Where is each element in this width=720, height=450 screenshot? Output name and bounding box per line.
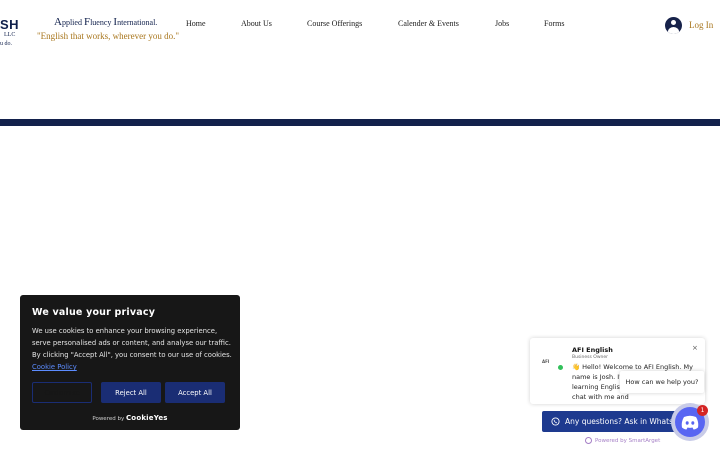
chat-agent-role: Business Owner — [572, 355, 608, 360]
login-button[interactable]: Log In — [665, 16, 713, 34]
reject-all-button[interactable]: Reject All — [101, 382, 161, 403]
cookie-title: We value your privacy — [32, 307, 156, 318]
cookie-consent-banner: We value your privacy We use cookies to … — [20, 295, 240, 430]
main-nav: Home About Us Course Offerings Calender … — [0, 19, 720, 33]
logo-tagline-fragment: u do. — [0, 41, 12, 47]
cookieyes-logo: CookieYes — [125, 414, 168, 422]
discord-icon — [681, 415, 699, 429]
nav-about-us[interactable]: About Us — [241, 19, 272, 28]
cookie-powered-by: Powered by CookieYes — [92, 414, 168, 422]
chat-agent-name: AFI English — [572, 346, 613, 354]
nav-calender-events[interactable]: Calender & Events — [398, 19, 459, 28]
header-divider-band — [0, 119, 720, 126]
nav-course-offerings[interactable]: Course Offerings — [307, 19, 362, 28]
chat-powered-by[interactable]: Powered by SmartArget — [585, 437, 660, 444]
cookie-body: We use cookies to enhance your browsing … — [32, 327, 232, 371]
whatsapp-button-label: Any questions? Ask in Whatsapp — [565, 417, 688, 426]
close-icon[interactable]: × — [692, 344, 698, 352]
cookie-policy-link[interactable]: Cookie Policy — [32, 363, 77, 371]
nav-home[interactable]: Home — [186, 19, 206, 28]
online-status-icon — [557, 364, 564, 371]
help-bubble[interactable]: How can we help you? — [620, 371, 704, 393]
nav-jobs[interactable]: Jobs — [495, 19, 509, 28]
whatsapp-icon — [551, 417, 560, 426]
login-label: Log In — [689, 20, 714, 30]
chat-agent-avatar: AFI — [542, 356, 564, 371]
smartarget-icon — [585, 437, 592, 444]
user-avatar-icon — [665, 16, 682, 34]
customise-button[interactable]: Customise — [32, 382, 92, 403]
accept-all-button[interactable]: Accept All — [165, 382, 225, 403]
nav-forms[interactable]: Forms — [544, 19, 564, 28]
notification-badge: 1 — [697, 405, 708, 416]
